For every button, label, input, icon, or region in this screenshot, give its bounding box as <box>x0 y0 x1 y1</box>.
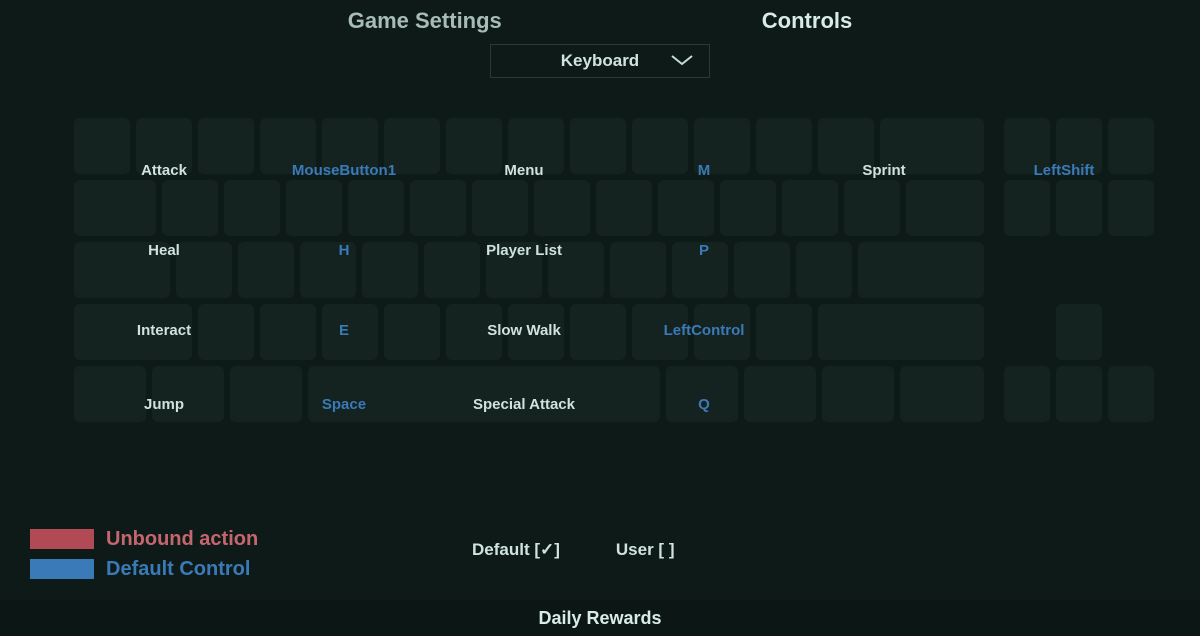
binding-label: Menu <box>434 162 614 179</box>
legend-swatch-unbound <box>30 529 94 549</box>
legend-unbound-label: Unbound action <box>106 524 258 554</box>
binding-key[interactable]: Q <box>614 396 794 413</box>
input-scheme-dropdown[interactable]: Keyboard <box>490 44 710 78</box>
legend: Unbound action Default Control <box>30 524 258 584</box>
binding-key[interactable]: MouseButton1 <box>254 162 434 179</box>
binding-label: Slow Walk <box>434 322 614 339</box>
dropdown-selected-label: Keyboard <box>561 51 639 71</box>
binding-label: Jump <box>74 396 254 413</box>
binding-key[interactable]: Space <box>254 396 434 413</box>
binding-label: Special Attack <box>434 396 614 413</box>
binding-key[interactable]: H <box>254 242 434 259</box>
binding-label: Sprint <box>794 162 974 179</box>
legend-default-label: Default Control <box>106 554 250 584</box>
binding-label: Attack <box>74 162 254 179</box>
binding-label: Heal <box>74 242 254 259</box>
top-tabs: Game Settings Controls <box>0 8 1200 34</box>
chevron-down-icon <box>671 55 693 67</box>
tab-game-settings[interactable]: Game Settings <box>348 8 502 34</box>
legend-swatch-default <box>30 559 94 579</box>
profile-user[interactable]: User [ ] <box>616 540 675 560</box>
binding-label: Player List <box>434 242 614 259</box>
binding-key[interactable]: P <box>614 242 794 259</box>
binding-key[interactable]: LeftShift <box>974 162 1154 179</box>
profile-toggle: Default [✓] User [ ] <box>472 540 674 560</box>
binding-key[interactable]: M <box>614 162 794 179</box>
profile-default[interactable]: Default [✓] <box>472 540 560 560</box>
bindings-grid: Attack MouseButton1 Menu M Sprint LeftSh… <box>74 118 1168 472</box>
binding-key[interactable]: LeftControl <box>614 322 794 339</box>
daily-rewards-label: Daily Rewards <box>538 608 661 629</box>
binding-key[interactable]: E <box>254 322 434 339</box>
bottom-bar-daily-rewards[interactable]: Daily Rewards <box>0 600 1200 636</box>
tab-controls[interactable]: Controls <box>762 8 852 34</box>
binding-label: Interact <box>74 322 254 339</box>
